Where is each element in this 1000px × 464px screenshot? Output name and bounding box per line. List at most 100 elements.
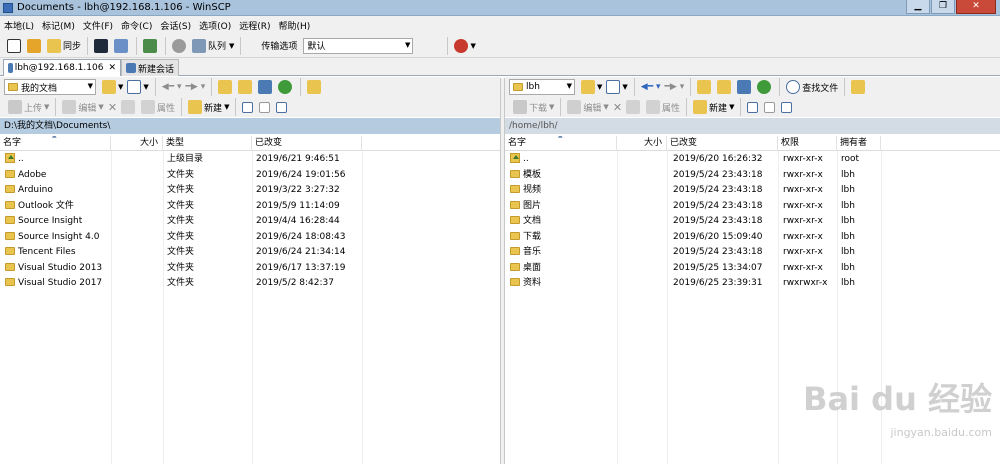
- right-new-button[interactable]: 新建 ▼: [691, 98, 736, 116]
- col-permissions[interactable]: 权限: [778, 136, 837, 151]
- rename-icon: [121, 100, 136, 114]
- find-files-button[interactable]: 查找文件: [784, 78, 840, 96]
- right-filter-button[interactable]: ▼: [604, 78, 629, 96]
- right-tree-button[interactable]: [849, 78, 869, 96]
- left-unselect-button[interactable]: [257, 98, 274, 116]
- maximize-button[interactable]: ❐: [931, 0, 955, 14]
- settings-button[interactable]: [170, 37, 190, 55]
- compare-dirs-button[interactable]: [5, 37, 25, 55]
- right-props-button[interactable]: 属性: [644, 98, 682, 116]
- table-row[interactable]: 视频 2019/5/24 23:43:18 rwxr-xr-x lbh: [505, 183, 1000, 199]
- arrow-left-icon: ◀━ ▾: [640, 82, 661, 92]
- open-folder-icon: [581, 80, 595, 94]
- right-forward-button[interactable]: ━▶ ▾: [663, 78, 687, 96]
- right-unselect-button[interactable]: [762, 98, 779, 116]
- putty-button[interactable]: [112, 37, 132, 55]
- table-row[interactable]: 图片 2019/5/24 23:43:18 rwxr-xr-x lbh: [505, 199, 1000, 215]
- left-filter-button[interactable]: ▼: [125, 78, 150, 96]
- right-edit-button[interactable]: 编辑 ▼: [565, 98, 610, 116]
- col-size[interactable]: 大小: [111, 136, 163, 151]
- right-parent-dir-button[interactable]: [695, 78, 715, 96]
- left-parent-dir-button[interactable]: [216, 78, 236, 96]
- left-refresh-button[interactable]: [276, 78, 296, 96]
- left-delete-button[interactable]: ✕: [106, 98, 119, 116]
- left-new-button[interactable]: 新建 ▼: [186, 98, 231, 116]
- left-location-select[interactable]: 我的文档 ▼: [4, 79, 96, 95]
- table-row[interactable]: Adobe 文件夹 2019/6/24 19:01:56: [0, 168, 500, 184]
- transfer-options-select[interactable]: 默认 ▼: [303, 37, 414, 54]
- transfer-settings-button[interactable]: ▼: [452, 37, 477, 55]
- table-row[interactable]: Tencent Files 文件夹 2019/6/24 21:34:14: [0, 245, 500, 261]
- table-row[interactable]: 模板 2019/5/24 23:43:18 rwxr-xr-x lbh: [505, 168, 1000, 184]
- left-tree-button[interactable]: [305, 78, 325, 96]
- close-icon[interactable]: ✕: [108, 63, 116, 73]
- menu-help[interactable]: 帮助(H): [279, 19, 311, 32]
- left-select-all-button[interactable]: [240, 98, 257, 116]
- left-rename-button[interactable]: [119, 98, 139, 116]
- right-location-select[interactable]: lbh ▼: [509, 79, 575, 95]
- menu-local[interactable]: 本地(L): [4, 19, 34, 32]
- table-row[interactable]: Arduino 文件夹 2019/3/22 3:27:32: [0, 183, 500, 199]
- table-row[interactable]: Visual Studio 2017 文件夹 2019/5/2 8:42:37: [0, 276, 500, 292]
- table-row[interactable]: 音乐 2019/5/24 23:43:18 rwxr-xr-x lbh: [505, 245, 1000, 261]
- menu-mark[interactable]: 标记(M): [42, 19, 75, 32]
- sync-browse-button[interactable]: [25, 37, 45, 55]
- delete-icon: ✕: [612, 100, 623, 114]
- table-row[interactable]: 资料 2019/6/25 23:39:31 rwxrwxr-x lbh: [505, 276, 1000, 292]
- left-home-button[interactable]: [256, 78, 276, 96]
- right-rename-button[interactable]: [624, 98, 644, 116]
- right-open-folder-button[interactable]: ▼: [579, 78, 604, 96]
- queue-button[interactable]: 队列 ▼: [190, 37, 236, 55]
- tab-session[interactable]: lbh@192.168.1.106 ✕: [3, 59, 121, 76]
- row-name: 模板: [523, 169, 542, 180]
- left-open-folder-button[interactable]: ▼: [100, 78, 125, 96]
- left-back-button[interactable]: ◀━ ▾: [160, 78, 184, 96]
- col-size[interactable]: 大小: [617, 136, 667, 151]
- right-home-button[interactable]: [735, 78, 755, 96]
- left-nav-toolbar: 我的文档 ▼ ▼ ▼ ◀━ ▾ ━▶ ▾: [0, 77, 500, 97]
- table-row[interactable]: Source Insight 4.0 文件夹 2019/6/24 18:08:43: [0, 230, 500, 246]
- close-button[interactable]: ✕: [956, 0, 996, 14]
- table-row[interactable]: Source Insight 文件夹 2019/4/4 16:28:44: [0, 214, 500, 230]
- table-row[interactable]: .. 上级目录 2019/6/21 9:46:51: [0, 152, 500, 168]
- right-delete-button[interactable]: ✕: [611, 98, 624, 116]
- console-button[interactable]: [92, 37, 112, 55]
- col-owner[interactable]: 拥有者: [837, 136, 881, 151]
- row-type: 上级目录: [167, 154, 204, 164]
- right-root-dir-button[interactable]: [715, 78, 735, 96]
- tab-new-session[interactable]: 新建会话: [121, 59, 179, 76]
- right-back-button[interactable]: ◀━ ▾: [639, 78, 663, 96]
- menu-session[interactable]: 会话(S): [160, 19, 191, 32]
- menu-file[interactable]: 文件(F): [83, 19, 113, 32]
- upload-button[interactable]: 上传 ▼: [6, 98, 51, 116]
- left-forward-button[interactable]: ━▶ ▾: [184, 78, 208, 96]
- col-type[interactable]: 类型: [163, 136, 252, 151]
- col-changed[interactable]: 已改变: [252, 136, 362, 151]
- right-select-all-button[interactable]: [745, 98, 762, 116]
- menu-remote[interactable]: 远程(R): [239, 19, 270, 32]
- left-root-dir-button[interactable]: [236, 78, 256, 96]
- table-row[interactable]: Outlook 文件 文件夹 2019/5/9 11:14:09: [0, 199, 500, 215]
- row-permissions: rwxr-xr-x: [783, 154, 823, 164]
- table-row[interactable]: 文档 2019/5/24 23:43:18 rwxr-xr-x lbh: [505, 214, 1000, 230]
- table-row[interactable]: Visual Studio 2013 文件夹 2019/6/17 13:37:19: [0, 261, 500, 277]
- left-edit-button[interactable]: 编辑 ▼: [60, 98, 105, 116]
- sync-browse-icon: [27, 38, 41, 53]
- right-refresh-button[interactable]: [755, 78, 775, 96]
- left-filter-select-button[interactable]: [274, 98, 291, 116]
- table-row[interactable]: .. 2019/6/20 16:26:32 rwxr-xr-x root: [505, 152, 1000, 168]
- minimize-button[interactable]: ▁: [906, 0, 930, 14]
- console-icon: [94, 38, 109, 53]
- table-row[interactable]: 桌面 2019/5/25 13:34:07 rwxr-xr-x lbh: [505, 261, 1000, 277]
- row-name: ..: [523, 154, 529, 164]
- menu-command[interactable]: 命令(C): [121, 19, 152, 32]
- menu-options[interactable]: 选项(O): [199, 19, 231, 32]
- left-props-button[interactable]: 属性: [139, 98, 177, 116]
- table-row[interactable]: 下载 2019/6/20 15:09:40 rwxr-xr-x lbh: [505, 230, 1000, 246]
- preferences-button[interactable]: [141, 37, 161, 55]
- minus-icon: [764, 101, 776, 113]
- sync-button[interactable]: 同步: [45, 37, 83, 55]
- right-filter-select-button[interactable]: [779, 98, 796, 116]
- download-button[interactable]: 下载 ▼: [511, 98, 556, 116]
- col-changed[interactable]: 已改变: [667, 136, 778, 151]
